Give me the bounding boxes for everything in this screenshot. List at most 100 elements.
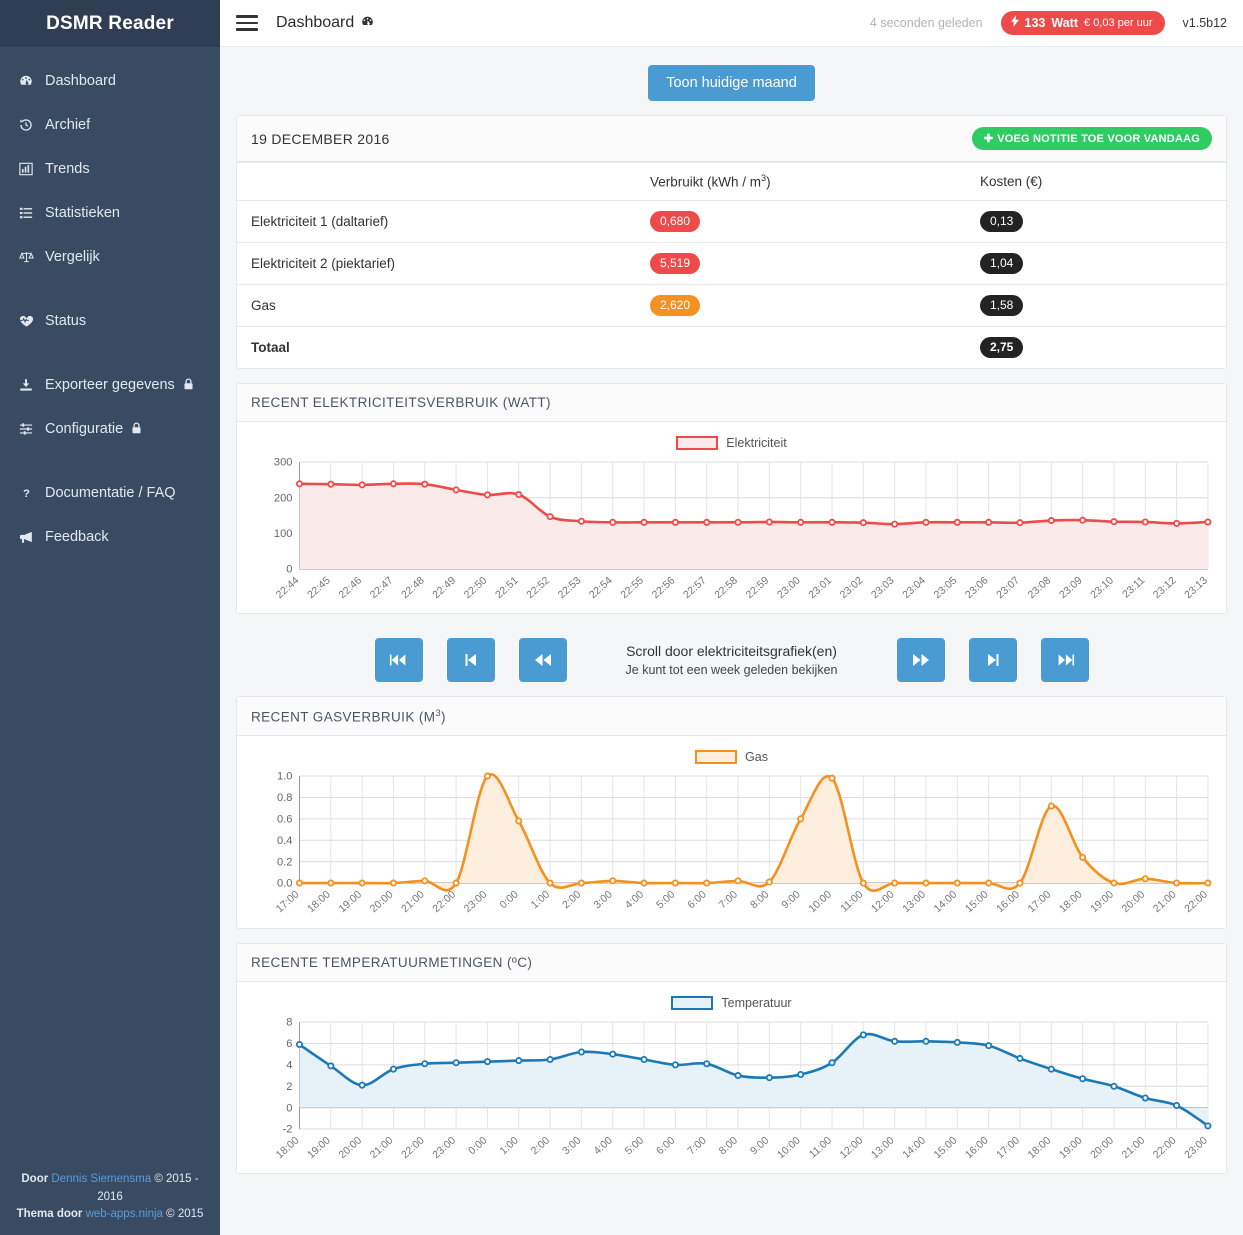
footer-author-link[interactable]: Dennis Siemensma (51, 1173, 151, 1185)
sliders-icon (14, 422, 38, 436)
footer-theme-link[interactable]: web-apps.ninja (86, 1208, 163, 1220)
sidebar-item-label: Dashboard (45, 73, 116, 89)
svg-text:0.4: 0.4 (277, 835, 292, 847)
svg-text:2:00: 2:00 (560, 889, 583, 912)
svg-text:23:01: 23:01 (806, 574, 834, 601)
svg-text:23:08: 23:08 (1026, 574, 1054, 601)
sidebar-item-trends[interactable]: Trends (0, 147, 220, 191)
main-area: Dashboard 4 seconden geleden 133 Watt € … (220, 0, 1243, 1235)
svg-text:1:00: 1:00 (497, 1134, 520, 1157)
sidebar-item-label: Statistieken (45, 205, 120, 221)
cost-badge: 2,75 (980, 336, 1024, 358)
svg-text:16:00: 16:00 (994, 889, 1022, 916)
electricity-legend: Elektriciteit (247, 435, 1216, 450)
gas-chart-box: Gas 0.0 0.2 0.4 0.6 0.8 1.0 17:00 18:00 19:00 20:… (237, 736, 1226, 927)
svg-text:21:00: 21:00 (1120, 1134, 1148, 1161)
list-icon (14, 206, 38, 220)
lock-icon (183, 377, 194, 393)
temperature-panel-header: RECENTE TEMPERATUURMETINGEN (ºC) (237, 943, 1226, 982)
scroll-back-button[interactable] (518, 637, 567, 682)
scroll-step-forward-far-button[interactable] (968, 637, 1017, 682)
gas-title-suffix: ) (440, 709, 446, 725)
svg-text:22:44: 22:44 (274, 574, 302, 601)
svg-text:22:00: 22:00 (399, 1134, 427, 1161)
sidebar-item-vergelijk[interactable]: Vergelijk (0, 235, 220, 279)
svg-text:6:00: 6:00 (654, 1134, 677, 1157)
svg-text:23:11: 23:11 (1120, 574, 1147, 600)
svg-text:22:50: 22:50 (462, 574, 490, 601)
row-cost: 1,58 (966, 283, 1226, 326)
electricity-plot: 0 100 200 300 22:44 22:45 22:46 22:47 22:48 22:49… (247, 456, 1216, 607)
col-name-header (237, 162, 636, 200)
sidebar-item-feedback[interactable]: Feedback (0, 515, 220, 559)
svg-text:22:49: 22:49 (430, 574, 458, 601)
electricity-svg: 0 100 200 300 22:44 22:45 22:46 22:47 22:48 22:49… (274, 456, 1216, 601)
svg-text:0.0: 0.0 (277, 878, 292, 890)
svg-text:21:00: 21:00 (368, 1134, 396, 1161)
svg-text:23:03: 23:03 (869, 574, 897, 601)
sidebar-item-statistieken[interactable]: Statistieken (0, 191, 220, 235)
sidebar-item-label: Documentatie / FAQ (45, 485, 176, 501)
sidebar-footer: Door Dennis Siemensma © 2015 - 2016 Them… (0, 1163, 220, 1235)
footer-line-2: Thema door web-apps.ninja © 2015 (14, 1206, 206, 1223)
svg-text:23:07: 23:07 (994, 574, 1022, 601)
svg-text:0: 0 (286, 1102, 292, 1114)
scroll-forward-group (896, 637, 1089, 682)
temperature-panel-title: RECENTE TEMPERATUURMETINGEN (ºC) (251, 954, 533, 970)
sidebar-item-configuratie[interactable]: Configuratie (0, 407, 220, 451)
svg-text:0.8: 0.8 (277, 792, 292, 804)
col-consumed-header-text: Verbruikt (kWh / m (650, 174, 762, 190)
sidebar-divider-gap-1 (0, 279, 220, 299)
hamburger-icon[interactable] (236, 15, 258, 31)
svg-text:?: ? (23, 488, 30, 500)
scroll-help-text: Scroll door elektriciteitsgrafiek(en) Je… (567, 643, 897, 677)
sidebar-item-label: Status (45, 313, 87, 329)
svg-text:18:00: 18:00 (274, 1134, 302, 1161)
svg-text:19:00: 19:00 (1057, 1134, 1085, 1161)
scroll-help-line1: Scroll door elektriciteitsgrafiek(en) (626, 642, 837, 659)
temperature-plot: -2 0 2 4 6 8 18:00 19:00 20:00 21:00 22:00 23:00 0:0… (247, 1016, 1216, 1167)
scroll-fastest-back-button[interactable] (374, 637, 423, 682)
row-consumed (636, 325, 966, 368)
svg-text:22:48: 22:48 (399, 574, 427, 601)
svg-text:17:00: 17:00 (994, 1134, 1022, 1161)
scroll-step-back-far-button[interactable] (446, 637, 495, 682)
svg-text:19:00: 19:00 (336, 889, 364, 916)
question-icon: ? (14, 486, 38, 500)
svg-text:9:00: 9:00 (748, 1134, 771, 1157)
svg-text:19:00: 19:00 (305, 1134, 333, 1161)
svg-text:13:00: 13:00 (869, 1134, 897, 1161)
svg-text:23:02: 23:02 (838, 574, 866, 601)
lock-icon (131, 421, 142, 437)
svg-text:20:00: 20:00 (336, 1134, 364, 1161)
cost-badge: 1,58 (980, 294, 1024, 316)
show-current-month-button[interactable]: Toon huidige maand (648, 65, 815, 101)
svg-text:23:05: 23:05 (932, 574, 960, 601)
electricity-panel-title: RECENT ELEKTRICITEITSVERBRUIK (WATT) (251, 394, 551, 410)
add-note-button[interactable]: ✚ VOEG NOTITIE TOE VOOR VANDAAG (971, 127, 1212, 150)
svg-text:13:00: 13:00 (900, 889, 928, 916)
svg-text:22:53: 22:53 (556, 574, 584, 601)
plus-icon: ✚ (983, 133, 994, 145)
gas-title-prefix: RECENT GASVERBRUIK (M (251, 709, 436, 725)
svg-text:22:46: 22:46 (336, 574, 364, 601)
svg-text:3:00: 3:00 (560, 1134, 583, 1157)
scroll-fastest-forward-button[interactable] (1040, 637, 1089, 682)
sidebar-item-dashboard[interactable]: Dashboard (0, 59, 220, 103)
download-icon (14, 378, 38, 392)
svg-text:23:00: 23:00 (430, 1134, 458, 1161)
heartbeat-icon (14, 314, 38, 328)
svg-text:20:00: 20:00 (1120, 889, 1148, 916)
svg-text:200: 200 (274, 492, 293, 504)
scroll-forward-button[interactable] (896, 637, 945, 682)
svg-text:0:00: 0:00 (466, 1134, 489, 1157)
svg-text:23:13: 23:13 (1182, 574, 1210, 601)
sidebar-item-archief[interactable]: Archief (0, 103, 220, 147)
svg-text:22:45: 22:45 (305, 574, 333, 601)
sidebar-item-status[interactable]: Status (0, 299, 220, 343)
sidebar-item-exporteer-gegevens[interactable]: Exporteer gegevens (0, 363, 220, 407)
day-summary-panel: 19 DECEMBER 2016 ✚ VOEG NOTITIE TOE VOOR … (236, 115, 1227, 369)
row-consumed: 0,680 (636, 199, 966, 242)
sidebar-item-documentatie-faq[interactable]: ? Documentatie / FAQ (0, 471, 220, 515)
svg-text:23:09: 23:09 (1057, 574, 1085, 601)
